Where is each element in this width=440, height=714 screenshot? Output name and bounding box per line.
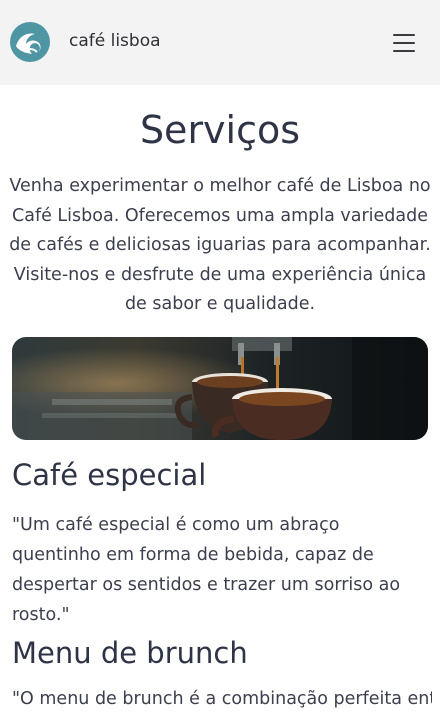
menu-bar-line (393, 34, 415, 36)
brand-name[interactable]: café lisboa (69, 31, 161, 51)
hamburger-menu-button[interactable] (391, 31, 417, 55)
section-quote-cafe-especial: "Um café especial é como um abraço quent… (12, 515, 401, 625)
section-title-menu-brunch: Menu de brunch (12, 636, 248, 670)
section-title-cafe-especial: Café especial (12, 458, 207, 492)
coffee-hero-image (12, 337, 428, 440)
top-navbar: café lisboa (0, 0, 440, 85)
menu-bar-line (393, 50, 415, 52)
menu-bar-line (393, 42, 415, 44)
coffee-cups-illustration (12, 337, 428, 440)
page-title: Serviços (139, 108, 301, 152)
intro-paragraph: Venha experimentar o melhor café de Lisb… (9, 176, 431, 314)
wave-logo-icon[interactable] (10, 22, 50, 62)
section-quote-menu-brunch: "O menu de brunch é a combinação perfeit… (12, 689, 432, 709)
